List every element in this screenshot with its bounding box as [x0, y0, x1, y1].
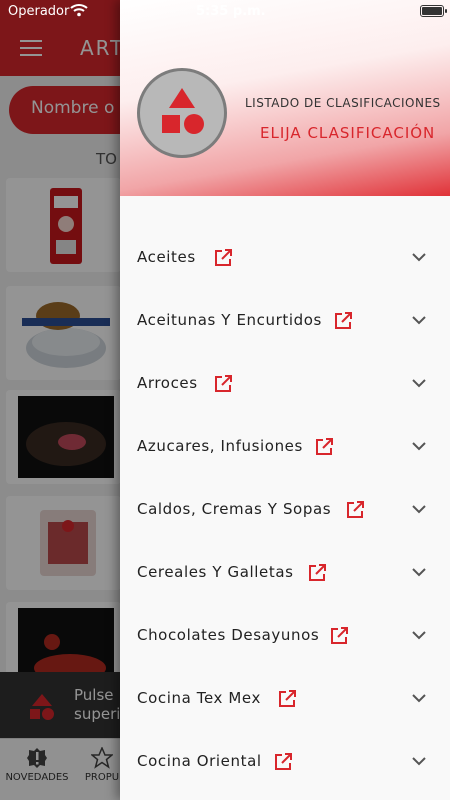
open-external-icon[interactable] [346, 501, 364, 519]
classification-item[interactable]: Aceites [120, 226, 450, 289]
classification-item[interactable]: Cocina Oriental [120, 730, 450, 793]
classification-item[interactable]: Azucares, Infusiones [120, 415, 450, 478]
open-external-icon[interactable] [214, 249, 232, 267]
chevron-down-icon[interactable] [411, 252, 427, 262]
shapes-logo-icon [162, 88, 204, 134]
classification-item[interactable]: Arroces [120, 352, 450, 415]
chevron-down-icon[interactable] [411, 693, 427, 703]
open-external-icon[interactable] [278, 690, 296, 708]
classification-item[interactable]: Cereales Y Galletas [120, 541, 450, 604]
drawer-title: LISTADO DE CLASIFICACIONES [245, 96, 441, 110]
classification-item-label: Cocina Tex Mex [137, 689, 261, 707]
classification-item[interactable]: Chocolates Desayunos [120, 604, 450, 667]
classification-item[interactable]: Aceitunas Y Encurtidos [120, 289, 450, 352]
drawer-subtitle: ELIJA CLASIFICACIÓN [260, 124, 436, 142]
status-bar: Operador 5:35 p.m. [0, 0, 450, 24]
wifi-icon [70, 4, 88, 17]
chevron-down-icon[interactable] [411, 378, 427, 388]
open-external-icon[interactable] [334, 312, 352, 330]
open-external-icon[interactable] [315, 438, 333, 456]
classification-item-label: Azucares, Infusiones [137, 437, 303, 455]
chevron-down-icon[interactable] [411, 504, 427, 514]
chevron-down-icon[interactable] [411, 567, 427, 577]
open-external-icon[interactable] [274, 753, 292, 771]
classification-item-label: Caldos, Cremas Y Sopas [137, 500, 332, 518]
classification-item-label: Aceitunas Y Encurtidos [137, 311, 322, 329]
open-external-icon[interactable] [214, 375, 232, 393]
chevron-down-icon[interactable] [411, 315, 427, 325]
logo-avatar [137, 68, 227, 158]
classification-item-label: Arroces [137, 374, 198, 392]
open-external-icon[interactable] [308, 564, 326, 582]
battery-icon [420, 5, 447, 17]
classification-item[interactable]: Cocina Tex Mex [120, 667, 450, 730]
classification-drawer: LISTADO DE CLASIFICACIONES ELIJA CLASIFI… [120, 0, 450, 800]
classification-item[interactable]: Caldos, Cremas Y Sopas [120, 478, 450, 541]
classification-list: Aceites Aceitunas Y Encurtidos Arroces Azuc… [120, 226, 450, 793]
battery-level [422, 7, 442, 15]
chevron-down-icon[interactable] [411, 756, 427, 766]
clock: 5:35 p.m. [196, 4, 266, 19]
chevron-down-icon[interactable] [411, 441, 427, 451]
classification-item-label: Aceites [137, 248, 196, 266]
classification-item-label: Chocolates Desayunos [137, 626, 320, 644]
drawer-header: LISTADO DE CLASIFICACIONES ELIJA CLASIFI… [120, 0, 450, 196]
classification-item-label: Cereales Y Galletas [137, 563, 294, 581]
open-external-icon[interactable] [330, 627, 348, 645]
classification-item-label: Cocina Oriental [137, 752, 262, 770]
carrier-name: Operador [8, 4, 70, 19]
chevron-down-icon[interactable] [411, 630, 427, 640]
